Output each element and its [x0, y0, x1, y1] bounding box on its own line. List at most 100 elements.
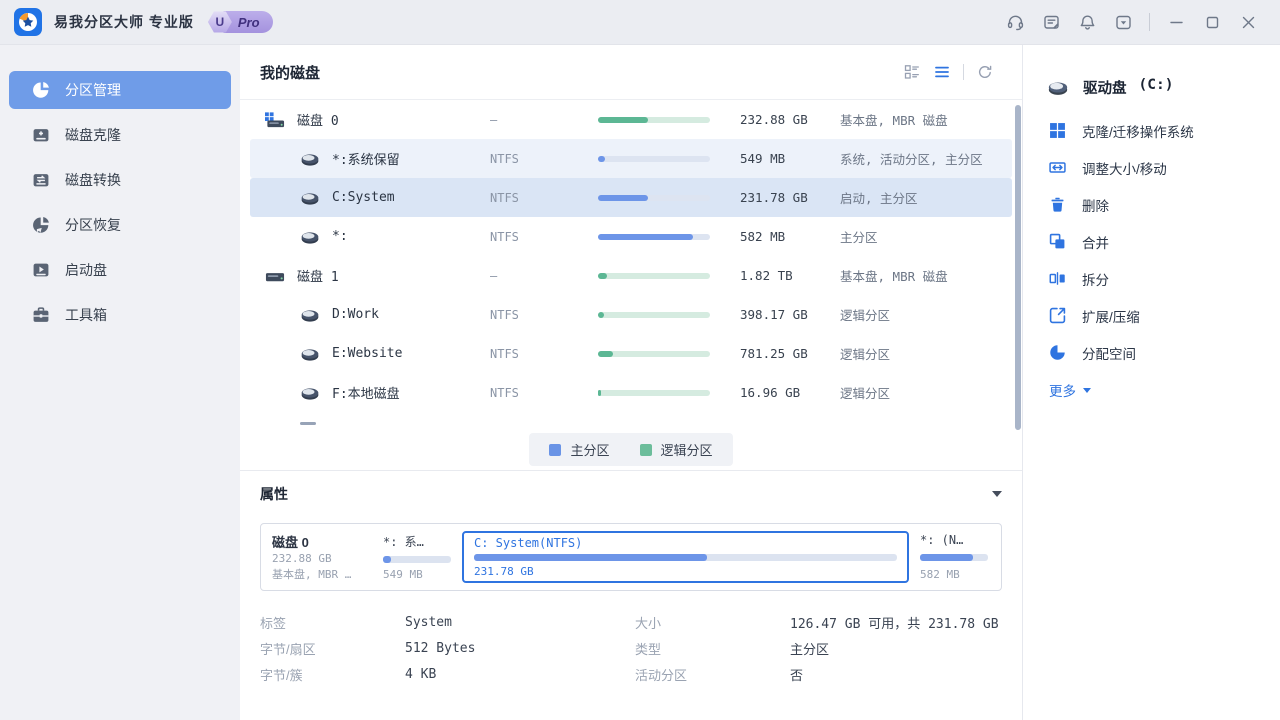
- drive-icon: [300, 346, 320, 362]
- partition-block-unnamed[interactable]: *: (N… 582 MB: [918, 531, 990, 583]
- disk-table-row[interactable]: 磁盘 1 – 1.82 TB 基本盘, MBR 磁盘: [250, 256, 1012, 295]
- sidebar-item-disk-clone[interactable]: 磁盘克隆: [9, 116, 231, 154]
- selected-drive-header: 驱动盘 (C:): [1023, 72, 1280, 102]
- pro-badge: U Pro: [208, 10, 273, 34]
- toolbox-icon: [32, 306, 50, 324]
- disk-list-area: 磁盘 0 – 232.88 GB 基本盘, MBR 磁盘: [240, 100, 1022, 470]
- action-label: 克隆/迁移操作系统: [1082, 121, 1194, 141]
- row-filesystem: –: [490, 269, 598, 283]
- action-extend-shrink[interactable]: 扩展/压缩: [1023, 297, 1280, 334]
- close-button[interactable]: [1230, 6, 1266, 38]
- property-value: 主分区: [790, 639, 829, 658]
- boot-disk-icon: [32, 261, 50, 279]
- property-label: 字节/簇: [260, 665, 405, 684]
- disk-table: 磁盘 0 – 232.88 GB 基本盘, MBR 磁盘: [240, 100, 1022, 412]
- row-usage-bar: [598, 351, 740, 357]
- disk-table-row[interactable]: C:System NTFS 231.78 GB 启动, 主分区: [250, 178, 1012, 217]
- row-usage-bar: [598, 312, 740, 318]
- disk-map: 磁盘 0 232.88 GB 基本盘, MBR … *: 系… 549 MB C…: [260, 523, 1002, 591]
- row-filesystem: NTFS: [490, 152, 598, 166]
- drive-icon: [265, 268, 285, 284]
- logical-partition-swatch: [640, 444, 652, 456]
- grid-view-icon[interactable]: [897, 58, 927, 86]
- disk-map-disk-info[interactable]: 磁盘 0 232.88 GB 基本盘, MBR …: [272, 531, 372, 583]
- headset-support-icon[interactable]: [997, 6, 1033, 38]
- property-label: 字节/扇区: [260, 639, 405, 658]
- drive-icon: [300, 151, 320, 167]
- sidebar-item-toolbox[interactable]: 工具箱: [9, 296, 231, 334]
- row-size: 231.78 GB: [740, 190, 840, 205]
- row-usage-bar: [598, 390, 740, 396]
- drive-label: 驱动盘: [1083, 77, 1127, 98]
- extend-shrink-icon: [1049, 307, 1066, 324]
- menu-dropdown-icon[interactable]: [1105, 6, 1141, 38]
- app-title: 易我分区大师 专业版: [54, 12, 194, 32]
- row-size: 582 MB: [740, 229, 840, 244]
- partition-block-system-reserved[interactable]: *: 系… 549 MB: [381, 531, 453, 583]
- sidebar-item-label: 分区恢复: [65, 215, 121, 235]
- properties-section: 属性 磁盘 0 232.88 GB 基本盘, MBR … *: 系… 549 M…: [240, 470, 1022, 720]
- action-delete[interactable]: 删除: [1023, 186, 1280, 223]
- notification-bell-icon[interactable]: [1069, 6, 1105, 38]
- list-view-icon[interactable]: [927, 58, 957, 86]
- sidebar-item-label: 分区管理: [65, 80, 121, 100]
- action-clone-migrate-os[interactable]: 克隆/迁移操作系统: [1023, 112, 1280, 149]
- properties-title: 属性: [260, 484, 288, 504]
- pie-partition-icon: [32, 81, 50, 99]
- feedback-icon[interactable]: [1033, 6, 1069, 38]
- sidebar-item-partition-recovery[interactable]: 分区恢复: [9, 206, 231, 244]
- partition-block-c-system[interactable]: C: System(NTFS) 231.78 GB: [462, 531, 909, 583]
- property-value: 512 Bytes: [405, 641, 475, 656]
- chevron-down-icon: [1083, 388, 1091, 393]
- app-logo-icon: [14, 8, 42, 36]
- row-name: D:Work: [332, 307, 379, 322]
- action-label: 拆分: [1082, 269, 1109, 289]
- maximize-button[interactable]: [1194, 6, 1230, 38]
- row-usage-bar: [598, 195, 740, 201]
- row-size: 232.88 GB: [740, 112, 840, 127]
- property-label: 标签: [260, 613, 405, 632]
- disk-table-row[interactable]: *:系统保留 NTFS 549 MB 系统, 活动分区, 主分区: [250, 139, 1012, 178]
- main-header: 我的磁盘: [240, 45, 1022, 100]
- property-value: 否: [790, 665, 803, 684]
- primary-partition-swatch: [549, 444, 561, 456]
- row-type-info: 主分区: [840, 227, 1012, 246]
- legend-label: 逻辑分区: [661, 440, 713, 459]
- action-resize-move[interactable]: 调整大小/移动: [1023, 149, 1280, 186]
- sidebar-item-label: 磁盘克隆: [65, 125, 121, 145]
- action-label: 分配空间: [1082, 343, 1136, 363]
- drive-letter: (C:): [1139, 77, 1174, 98]
- refresh-icon[interactable]: [970, 58, 1000, 86]
- disk-table-row[interactable]: *: NTFS 582 MB 主分区: [250, 217, 1012, 256]
- property-field: 类型 主分区: [635, 635, 1002, 661]
- disk-table-row[interactable]: D:Work NTFS 398.17 GB 逻辑分区: [250, 295, 1012, 334]
- allocate-space-icon: [1049, 344, 1066, 361]
- action-allocate-space[interactable]: 分配空间: [1023, 334, 1280, 371]
- row-type-info: 基本盘, MBR 磁盘: [840, 266, 1012, 285]
- row-size: 16.96 GB: [740, 385, 840, 400]
- action-merge[interactable]: 合并: [1023, 223, 1280, 260]
- sidebar-item-boot-disk[interactable]: 启动盘: [9, 251, 231, 289]
- property-value: 4 KB: [405, 667, 436, 682]
- main-panel: 我的磁盘: [240, 45, 1022, 720]
- row-size: 781.25 GB: [740, 346, 840, 361]
- disk-table-row[interactable]: E:Website NTFS 781.25 GB 逻辑分区: [250, 334, 1012, 373]
- disk-table-row[interactable]: F:本地磁盘 NTFS 16.96 GB 逻辑分区: [250, 373, 1012, 412]
- app-window: 易我分区大师 专业版 U Pro: [0, 0, 1280, 720]
- more-actions-button[interactable]: 更多: [1023, 375, 1280, 405]
- row-filesystem: NTFS: [490, 308, 598, 322]
- disk-clone-icon: [32, 126, 50, 144]
- action-split[interactable]: 拆分: [1023, 260, 1280, 297]
- partition-recovery-icon: [32, 216, 50, 234]
- disk-table-row[interactable]: 磁盘 0 – 232.88 GB 基本盘, MBR 磁盘: [250, 100, 1012, 139]
- sidebar-item-partition-manager[interactable]: 分区管理: [9, 71, 231, 109]
- row-filesystem: –: [490, 113, 598, 127]
- row-type-info: 系统, 活动分区, 主分区: [840, 149, 1012, 168]
- collapse-properties-icon[interactable]: [992, 491, 1002, 497]
- row-name: 磁盘 1: [297, 266, 339, 285]
- vertical-scrollbar[interactable]: [1015, 105, 1021, 430]
- property-field: 字节/簇 4 KB: [260, 661, 635, 687]
- minimize-button[interactable]: [1158, 6, 1194, 38]
- row-name: E:Website: [332, 346, 402, 361]
- sidebar-item-disk-convert[interactable]: 磁盘转换: [9, 161, 231, 199]
